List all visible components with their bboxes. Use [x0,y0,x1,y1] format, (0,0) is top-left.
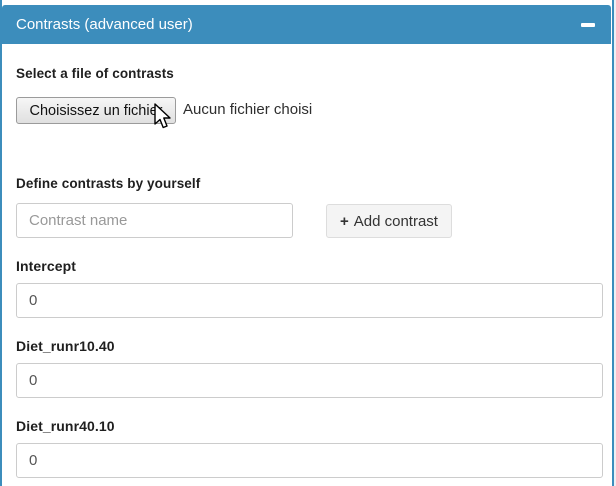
panel-body: Select a file of contrasts Choisissez un… [2,44,611,486]
coefficient-label-diet-runr40-10: Diet_runr40.10 [16,418,115,434]
panel-title: Contrasts (advanced user) [16,16,193,33]
file-status-text: Aucun fichier choisi [183,101,312,118]
panel-header: Contrasts (advanced user) [2,5,611,44]
coefficient-label-intercept: Intercept [16,258,76,274]
collapse-button[interactable] [579,16,597,34]
minus-icon [581,23,595,27]
contrast-name-input[interactable] [16,203,293,238]
add-contrast-button[interactable]: + Add contrast [326,204,452,238]
add-contrast-label: Add contrast [354,213,438,230]
file-section-label: Select a file of contrasts [16,66,174,81]
coefficient-label-diet-runr10-40: Diet_runr10.40 [16,338,115,354]
plus-icon: + [340,214,349,229]
coefficient-input-diet-runr40-10[interactable] [16,443,603,478]
file-browse-button[interactable]: Choisissez un fichier [16,97,176,124]
define-section-label: Define contrasts by yourself [16,176,200,191]
contrasts-panel-page: { "panel": { "title": "Contrasts (advanc… [0,0,616,486]
coefficient-input-diet-runr10-40[interactable] [16,363,603,398]
coefficient-input-intercept[interactable] [16,283,603,318]
